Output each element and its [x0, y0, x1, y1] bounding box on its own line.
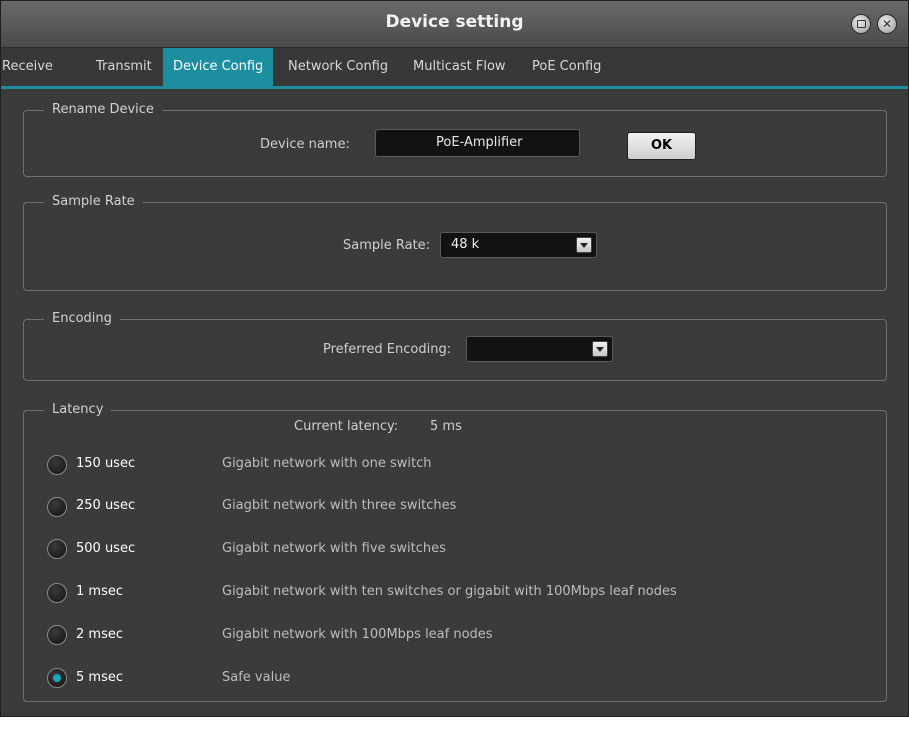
- sample-rate-label: Sample Rate:: [343, 238, 431, 253]
- latency-group: Latency Current latency: 5 ms: [23, 402, 887, 702]
- preferred-encoding-label: Preferred Encoding:: [323, 342, 452, 357]
- latency-radio-1msec[interactable]: [47, 583, 67, 603]
- latency-option-label: 500 usec: [76, 541, 136, 556]
- close-icon: ✕: [881, 17, 893, 31]
- latency-radio-5msec[interactable]: [47, 668, 67, 688]
- latency-option-label: 250 usec: [76, 498, 136, 513]
- tab-network-config[interactable]: Network Config: [288, 48, 388, 86]
- title-bar: Device setting ✕: [1, 1, 908, 48]
- close-button[interactable]: ✕: [877, 14, 897, 34]
- latency-option-desc: Safe value: [222, 670, 291, 685]
- rename-device-group: Rename Device Device name: PoE-Amplifier…: [23, 102, 887, 177]
- latency-option-desc: Gigabit network with ten switches or gig…: [222, 584, 677, 599]
- restore-icon: [856, 20, 866, 28]
- rename-ok-button[interactable]: OK: [627, 132, 696, 160]
- chevron-down-icon: [592, 341, 608, 357]
- sample-rate-select[interactable]: 48 k: [440, 232, 597, 258]
- latency-option-label: 1 msec: [76, 584, 123, 599]
- restore-button[interactable]: [851, 14, 871, 34]
- encoding-group: Encoding Preferred Encoding:: [23, 311, 887, 381]
- latency-radio-2msec[interactable]: [47, 625, 67, 645]
- latency-option-desc: Gigabit network with 100Mbps leaf nodes: [222, 627, 493, 642]
- latency-option-label: 150 usec: [76, 456, 136, 471]
- current-latency-label: Current latency:: [294, 419, 399, 434]
- latency-legend: Latency: [44, 402, 112, 417]
- tab-bar: Receive Transmit Device Config Network C…: [1, 48, 908, 89]
- preferred-encoding-select[interactable]: [466, 336, 613, 362]
- tab-device-config[interactable]: Device Config: [163, 48, 274, 86]
- latency-radio-250usec[interactable]: [47, 497, 67, 517]
- tab-poe-config[interactable]: PoE Config: [532, 48, 601, 86]
- latency-option-label: 2 msec: [76, 627, 123, 642]
- latency-option-desc: Gigabit network with one switch: [222, 456, 432, 471]
- device-name-label: Device name:: [260, 137, 350, 152]
- chevron-down-icon: [576, 237, 592, 253]
- sample-rate-legend: Sample Rate: [44, 194, 143, 209]
- encoding-legend: Encoding: [44, 311, 120, 326]
- latency-radio-500usec[interactable]: [47, 539, 67, 559]
- window-title: Device setting: [385, 12, 524, 32]
- sample-rate-value: 48 k: [451, 237, 480, 252]
- device-name-input[interactable]: PoE-Amplifier: [375, 129, 580, 157]
- latency-option-desc: Gigabit network with five switches: [222, 541, 446, 556]
- current-latency-value: 5 ms: [430, 419, 462, 434]
- tab-transmit[interactable]: Transmit: [96, 48, 152, 86]
- latency-option-label: 5 msec: [76, 670, 123, 685]
- tab-multicast-flow[interactable]: Multicast Flow: [413, 48, 506, 86]
- tab-receive[interactable]: Receive: [2, 48, 53, 86]
- rename-device-legend: Rename Device: [44, 102, 162, 117]
- device-setting-window: Device setting ✕ Receive Transmit Device…: [0, 0, 909, 717]
- latency-radio-150usec[interactable]: [47, 455, 67, 475]
- latency-option-desc: Giagbit network with three switches: [222, 498, 457, 513]
- sample-rate-group: Sample Rate Sample Rate: 48 k: [23, 194, 887, 291]
